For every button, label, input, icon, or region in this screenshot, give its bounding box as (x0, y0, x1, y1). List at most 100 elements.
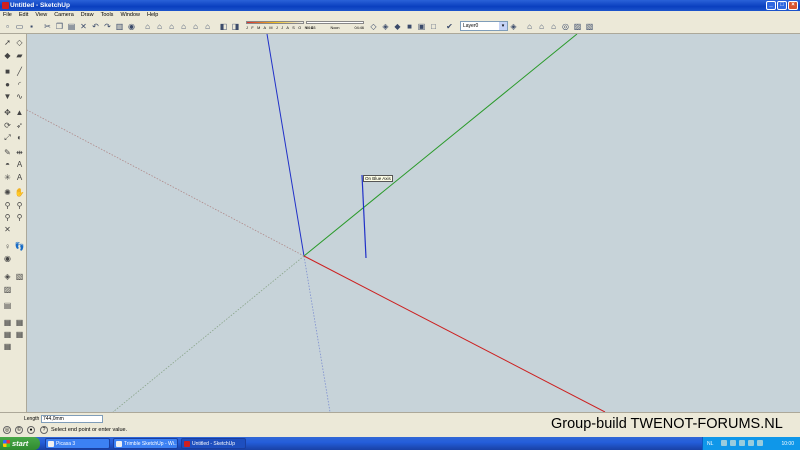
left-view-icon[interactable]: ⌂ (202, 21, 213, 32)
new-file-icon[interactable]: ▫ (2, 21, 13, 32)
display-shadows-icon[interactable]: ◨ (230, 21, 241, 32)
menu-edit[interactable]: Edit (19, 12, 28, 18)
messenger-icon[interactable] (757, 440, 763, 446)
line-icon[interactable]: ╱ (14, 66, 25, 77)
task-sketchup-untitled[interactable]: Untitled - SketchUp (181, 438, 246, 449)
task-trimble-sketchup[interactable]: Trimble SketchUp - Wi... (113, 438, 178, 449)
rotate-icon[interactable]: ⟳ (2, 120, 13, 131)
redo-icon[interactable]: ↷ (102, 21, 113, 32)
shadow-settings-icon[interactable]: ◧ (218, 21, 229, 32)
menu-draw[interactable]: Draw (81, 12, 94, 18)
circle-icon[interactable]: ● (2, 79, 13, 90)
select-icon[interactable]: ➚ (2, 37, 13, 48)
model-info-icon[interactable]: ◉ (126, 21, 137, 32)
google-earth-icon[interactable]: ◎ (560, 21, 571, 32)
move-icon[interactable]: ✥ (2, 107, 13, 118)
share-component-icon[interactable]: ⌂ (548, 21, 559, 32)
position-camera-icon[interactable]: ♀ (2, 241, 13, 252)
stamp-icon[interactable]: ▦ (14, 329, 25, 340)
geo-location-icon[interactable]: ◎ (3, 426, 11, 434)
section-cuts-icon[interactable]: ▨ (2, 284, 13, 295)
language-indicator[interactable]: NL (707, 441, 713, 447)
offset-icon[interactable]: ◐ (14, 132, 25, 143)
update-icon[interactable] (748, 440, 754, 446)
xray-style-icon[interactable]: ◇ (368, 21, 379, 32)
walk-icon[interactable]: 👣 (14, 241, 25, 252)
user-icon[interactable]: ● (27, 426, 35, 434)
menu-tools[interactable]: Tools (101, 12, 114, 18)
iso-view-icon[interactable]: ⌂ (142, 21, 153, 32)
3d-text-icon[interactable]: A (14, 172, 25, 183)
help-icon[interactable]: ? (40, 426, 48, 434)
photo-texture-icon[interactable]: ▨ (572, 21, 583, 32)
display-section-icon[interactable]: ▧ (14, 271, 25, 282)
shadow-date-slider[interactable]: J F M A M J J A S O N D (246, 20, 314, 32)
eraser-icon[interactable]: ▰ (14, 50, 25, 61)
make-component-icon[interactable]: ◇ (14, 37, 25, 48)
menu-view[interactable]: View (35, 12, 47, 18)
polygon-icon[interactable]: ▼ (2, 91, 13, 102)
save-icon[interactable]: ▪ (26, 21, 37, 32)
next-view-icon[interactable]: ✕ (2, 224, 13, 235)
arc-icon[interactable]: ◜ (14, 79, 25, 90)
cut-icon[interactable]: ✂ (42, 21, 53, 32)
wireframe-style-icon[interactable]: ◈ (380, 21, 391, 32)
drawing-viewport[interactable]: On Blue Axis (27, 34, 800, 412)
textured-style-icon[interactable]: ▣ (416, 21, 427, 32)
smoove-icon[interactable]: ▦ (2, 329, 13, 340)
right-view-icon[interactable]: ⌂ (178, 21, 189, 32)
previous-view-icon[interactable]: ⚲ (2, 212, 13, 223)
zoom-icon[interactable]: ⚲ (2, 200, 13, 211)
sketchup-app-icon[interactable] (2, 2, 9, 9)
drape-icon[interactable]: ▦ (2, 341, 13, 352)
zoom-extents-icon[interactable]: ⚲ (14, 212, 25, 223)
push-pull-icon[interactable]: ▲ (14, 107, 25, 118)
volume-icon[interactable] (730, 440, 736, 446)
erase-icon[interactable]: ✕ (78, 21, 89, 32)
axes-icon[interactable]: ✳ (2, 172, 13, 183)
chevron-down-icon[interactable]: ▾ (499, 22, 507, 30)
pan-icon[interactable]: ✋ (14, 187, 25, 198)
menu-help[interactable]: Help (147, 12, 158, 18)
freehand-icon[interactable]: ∿ (14, 91, 25, 102)
layer-manager-icon[interactable]: ◈ (508, 21, 519, 32)
sandbox-from-contours-icon[interactable]: ▦ (2, 317, 13, 328)
paint-bucket-icon[interactable]: ◆ (2, 50, 13, 61)
start-button[interactable]: start (0, 437, 40, 450)
zoom-window-icon[interactable]: ⚲ (14, 200, 25, 211)
monochrome-style-icon[interactable]: □ (428, 21, 439, 32)
print-icon[interactable]: ▥ (114, 21, 125, 32)
hidden-line-style-icon[interactable]: ◆ (392, 21, 403, 32)
shadow-time-slider[interactable]: 06:43 Noon 04:46 (306, 20, 364, 32)
paste-icon[interactable]: ▤ (66, 21, 77, 32)
orbit-icon[interactable]: ✺ (2, 187, 13, 198)
network-icon[interactable] (721, 440, 727, 446)
scale-icon[interactable]: ⤢ (2, 132, 13, 143)
dimension-icon[interactable]: ⇹ (14, 147, 25, 158)
task-picasa[interactable]: Picasa 3 (45, 438, 110, 449)
section-plane-icon[interactable]: ◈ (2, 271, 13, 282)
minimize-button[interactable]: _ (766, 1, 776, 10)
layer-check-icon[interactable]: ✔ (444, 21, 455, 32)
front-view-icon[interactable]: ⌂ (166, 21, 177, 32)
sandbox-from-scratch-icon[interactable]: ▦ (14, 317, 25, 328)
protractor-icon[interactable]: ◓ (2, 159, 13, 170)
credits-icon[interactable]: © (15, 426, 23, 434)
top-view-icon[interactable]: ⌂ (154, 21, 165, 32)
rectangle-icon[interactable]: ■ (2, 66, 13, 77)
open-folder-icon[interactable]: ▭ (14, 21, 25, 32)
copy-icon[interactable]: ❐ (54, 21, 65, 32)
menu-window[interactable]: Window (120, 12, 140, 18)
undo-icon[interactable]: ↶ (90, 21, 101, 32)
close-button[interactable]: × (788, 1, 798, 10)
share-model-icon[interactable]: ⌂ (536, 21, 547, 32)
drawn-line-blue[interactable] (361, 174, 367, 259)
menu-file[interactable]: File (3, 12, 12, 18)
look-around-icon[interactable]: ◉ (2, 253, 13, 264)
shadow-time-bar[interactable] (306, 21, 364, 24)
menu-camera[interactable]: Camera (54, 12, 74, 18)
extension-warehouse-icon[interactable]: ▧ (584, 21, 595, 32)
layer-dropdown[interactable]: Layer0 ▾ (460, 21, 508, 31)
text-icon[interactable]: A (14, 159, 25, 170)
shaded-style-icon[interactable]: ■ (404, 21, 415, 32)
